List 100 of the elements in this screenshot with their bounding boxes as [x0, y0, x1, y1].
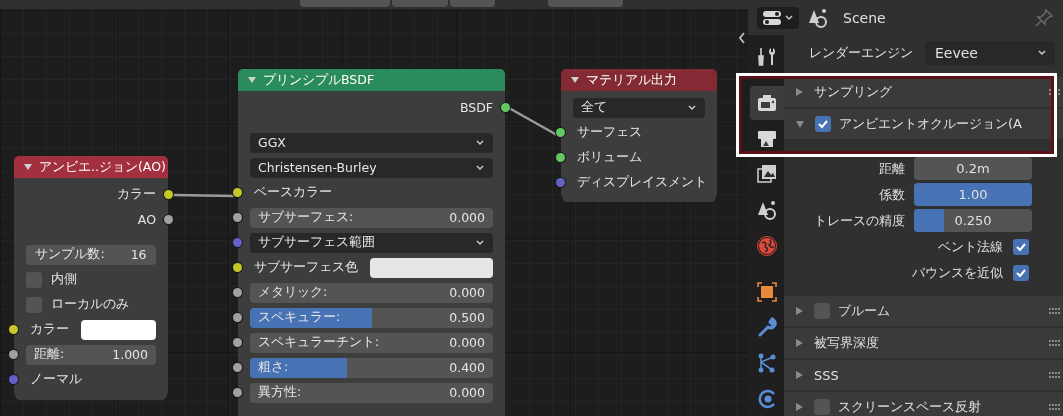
panel-header[interactable]: ブルーム [784, 296, 1063, 326]
cone-sphere-icon [807, 6, 829, 29]
socket[interactable] [9, 325, 18, 334]
socket[interactable] [233, 338, 242, 347]
socket-label: サーフェス [576, 124, 642, 141]
number-field[interactable]: サンプル数: 16 [26, 244, 156, 265]
checkbox[interactable] [815, 116, 831, 132]
chevron-icon [687, 103, 697, 112]
panel-title: アンビエントオクルージョン(A [839, 115, 1022, 133]
socket-label: カラー [29, 321, 69, 338]
socket[interactable] [556, 128, 565, 137]
socket-label: ディスプレイスメント [576, 174, 707, 191]
chevron-icon [475, 238, 485, 247]
grip-icon [1049, 340, 1061, 348]
number-field[interactable]: スペキュラーチント: 0.000 [250, 332, 493, 353]
socket-label: サブサーフェス色 [253, 259, 358, 276]
printer-icon [756, 128, 778, 149]
socket-label: ボリューム [576, 149, 642, 166]
socket-label: カラー [117, 186, 156, 203]
color-swatch[interactable] [370, 257, 493, 278]
tool-icon [756, 45, 778, 68]
panel-header[interactable]: サンプリング [784, 77, 1063, 107]
globe-icon [756, 234, 778, 257]
slider-field[interactable]: スペキュラー: 0.500 [250, 307, 493, 328]
node-title: アンビエ..ジョン(AO) [39, 158, 166, 176]
node-link [172, 193, 235, 198]
panel-title: SSS [814, 367, 839, 383]
slider-field[interactable]: 粗さ: 0.400 [250, 357, 493, 378]
checkbox[interactable] [814, 303, 830, 319]
panel-header[interactable]: 被写界深度 [784, 328, 1063, 358]
socket[interactable] [233, 313, 242, 322]
checkbox[interactable] [814, 399, 830, 415]
grip-icon [1049, 404, 1061, 412]
cone-sphere-icon [756, 199, 778, 222]
checkbox-label: バウンスを近似 [912, 263, 1003, 282]
disclosure-triangle-icon [248, 77, 256, 83]
shader-node[interactable]: アンビエ..ジョン(AO) カラー AO サンプル数: 16 内側 ローカルのみ カラー 距離: 1.000 ノーマル [8, 156, 174, 400]
number-field[interactable]: メタリック: 0.000 [250, 282, 493, 303]
checkbox[interactable] [1013, 264, 1029, 281]
wrench-icon [756, 316, 778, 339]
render-engine-dropdown[interactable]: Eevee [925, 41, 1055, 65]
collapse-chevron-icon[interactable] [738, 32, 746, 44]
panel-title: スクリーンスペース反射 [838, 398, 981, 416]
color-swatch[interactable] [81, 319, 156, 340]
toggle-icon [762, 9, 782, 26]
node-header[interactable]: プリンシプルBSDF [238, 69, 505, 91]
node-header[interactable]: アンビエ..ジョン(AO) [14, 156, 168, 178]
shader-node[interactable]: プリンシプルBSDF BSDF GGX Christensen-Burley ベースカラー サブサーフェス: 0.000 サブサーフェス範囲 サブサーフェス色 メタリック: 0.000 スペキュラー: 0.500 スペキュラーチント: 0.000 粗さ: 0.400 異方性: 0.000 [232, 69, 511, 416]
checkbox-label: ベント法線 [938, 237, 1003, 256]
dropdown[interactable]: 全て [573, 97, 705, 118]
socket[interactable] [501, 103, 510, 112]
dropdown[interactable]: Christensen-Burley [250, 157, 493, 178]
grip-icon [1049, 308, 1061, 316]
disclosure-triangle-icon [571, 77, 579, 83]
panel-header[interactable]: アンビエントオクルージョン(A [784, 109, 1063, 139]
checkbox-label: ローカルのみ [51, 296, 129, 313]
number-field[interactable]: 距離: 1.000 [26, 344, 156, 365]
checkbox[interactable] [1013, 238, 1029, 255]
socket[interactable] [233, 188, 242, 197]
camera-icon [756, 92, 778, 113]
panel-header[interactable]: スクリーンスペース反射 [784, 392, 1063, 416]
square-icon [756, 280, 778, 303]
number-field[interactable]: 異方性: 0.000 [250, 382, 493, 403]
particles-icon [756, 352, 778, 375]
socket-label: AO [137, 212, 156, 227]
socket[interactable] [233, 388, 242, 397]
node-title: プリンシプルBSDF [263, 71, 375, 89]
field-label: 距離 [878, 159, 905, 178]
number-field[interactable]: サブサーフェス: 0.000 [250, 207, 493, 228]
slider-field[interactable]: 1.00 [914, 183, 1032, 206]
socket[interactable] [556, 153, 565, 162]
socket[interactable] [233, 213, 242, 222]
editor-type-button[interactable] [757, 6, 799, 29]
properties-tab[interactable] [750, 85, 784, 120]
chevron-icon [1037, 49, 1047, 57]
field-label: トレースの精度 [813, 211, 905, 230]
chevron-icon [475, 138, 485, 147]
image-stack-icon [756, 163, 778, 186]
node-title: マテリアル出力 [586, 71, 677, 89]
socket[interactable] [164, 215, 173, 224]
slider-field[interactable]: 0.250 [914, 209, 1032, 232]
socket[interactable] [233, 288, 242, 297]
orbit-icon [756, 388, 778, 411]
dropdown[interactable]: GGX [250, 132, 493, 153]
pin-icon [1035, 8, 1053, 27]
disclosure-triangle-icon [24, 164, 32, 170]
node-link [508, 106, 558, 137]
panel-header[interactable]: SSS [784, 360, 1063, 390]
panel-title: 被写界深度 [814, 334, 879, 352]
socket[interactable] [164, 190, 173, 199]
grip-icon [1049, 89, 1061, 97]
field-label: 係数 [878, 185, 905, 204]
checkbox-label: 内側 [51, 271, 77, 288]
socket-label: ノーマル [29, 371, 82, 388]
node-header[interactable]: マテリアル出力 [561, 69, 717, 91]
socket[interactable] [9, 350, 18, 359]
socket[interactable] [233, 363, 242, 372]
number-field[interactable]: 0.2m [914, 157, 1032, 180]
socket[interactable] [233, 263, 242, 272]
dropdown[interactable]: サブサーフェス範囲 [250, 232, 493, 253]
